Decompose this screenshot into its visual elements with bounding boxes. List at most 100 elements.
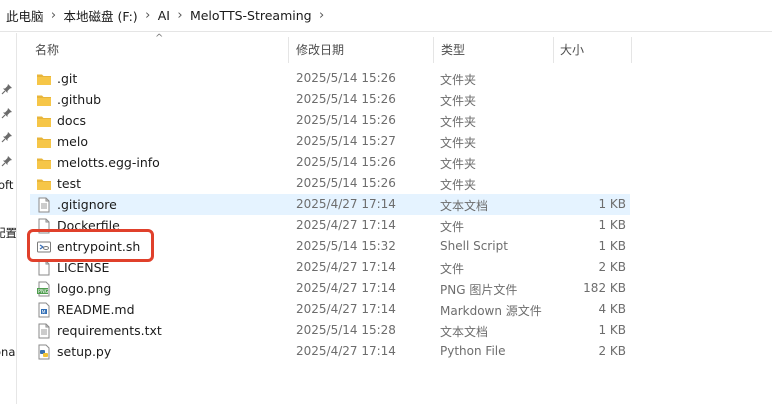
file-modified-date: 2025/5/14 15:26 (296, 113, 396, 127)
chevron-right-icon[interactable]: › (170, 8, 190, 23)
file-size: 1 KB (598, 323, 626, 337)
file-modified-date: 2025/5/14 15:26 (296, 71, 396, 85)
file-size: 2 KB (598, 344, 626, 358)
file-row[interactable]: melotts.egg-info 2025/5/14 15:26 文件夹 (30, 152, 630, 173)
file-type: 文件夹 (440, 94, 477, 108)
file-row[interactable]: .gitignore 2025/4/27 17:14 文本文档 1 KB (30, 194, 630, 215)
text-file-icon (36, 197, 52, 213)
folder-icon (36, 92, 52, 108)
file-row[interactable]: .github 2025/5/14 15:26 文件夹 (30, 89, 630, 110)
file-size: 1 KB (598, 218, 626, 232)
file-modified-date: 2025/4/27 17:14 (296, 302, 396, 316)
file-size: 1 KB (598, 239, 626, 253)
python-file-icon (36, 344, 52, 360)
column-header-type[interactable]: 类型 (441, 41, 465, 58)
file-size: 2 KB (598, 260, 626, 274)
file-type: 文本文档 (440, 325, 489, 339)
column-header: ^ 名称 修改日期 类型 大小 (17, 33, 772, 67)
file-name: setup.py (57, 344, 112, 359)
file-modified-date: 2025/5/14 15:28 (296, 323, 396, 337)
file-name: logo.png (57, 281, 112, 296)
nav-item-fragment[interactable]: 配置 (0, 225, 16, 241)
blank-file-icon (36, 260, 52, 276)
file-row[interactable]: M README.md 2025/4/27 17:14 Markdown 源文件 4 K… (30, 299, 630, 320)
file-modified-date: 2025/4/27 17:14 (296, 281, 396, 295)
svg-text:M: M (42, 309, 46, 315)
pin-icon (1, 108, 12, 119)
file-modified-date: 2025/5/14 15:26 (296, 176, 396, 190)
file-modified-date: 2025/5/14 15:26 (296, 155, 396, 169)
file-type: 文件夹 (440, 115, 477, 129)
file-modified-date: 2025/5/14 15:27 (296, 134, 396, 148)
breadcrumb-item-drive[interactable]: 本地磁盘 (F:) (64, 6, 138, 25)
file-modified-date: 2025/5/14 15:26 (296, 92, 396, 106)
folder-icon (36, 71, 52, 87)
markdown-file-icon: M (36, 302, 52, 318)
file-name: .github (57, 92, 102, 107)
file-type: 文件夹 (440, 178, 477, 192)
file-row[interactable]: requirements.txt 2025/5/14 15:28 文本文档 1 KB (30, 320, 630, 341)
file-type: Markdown 源文件 (440, 304, 542, 318)
highlight-annotation-box (27, 229, 154, 262)
folder-icon (36, 134, 52, 150)
folder-icon (36, 155, 52, 171)
file-type: 文件夹 (440, 136, 477, 150)
png-image-icon: PNG (36, 281, 52, 297)
text-file-icon (36, 323, 52, 339)
file-modified-date: 2025/5/14 15:32 (296, 239, 396, 253)
file-size: 1 KB (598, 197, 626, 211)
file-modified-date: 2025/4/27 17:14 (296, 344, 396, 358)
sort-ascending-icon: ^ (155, 33, 164, 44)
file-name: .git (57, 71, 78, 86)
file-type: 文本文档 (440, 199, 489, 213)
file-row[interactable]: melo 2025/5/14 15:27 文件夹 (30, 131, 630, 152)
chevron-right-icon[interactable]: › (312, 8, 332, 23)
folder-icon (36, 176, 52, 192)
column-divider[interactable] (288, 37, 289, 63)
folder-icon (36, 113, 52, 129)
file-type: 文件 (440, 220, 465, 234)
file-size: 182 KB (583, 281, 626, 295)
file-type: 文件 (440, 262, 465, 276)
column-divider[interactable] (433, 37, 434, 63)
column-header-size[interactable]: 大小 (560, 41, 584, 58)
file-type: Python File (440, 344, 506, 358)
pin-icon (1, 156, 12, 167)
file-type: 文件夹 (440, 73, 477, 87)
file-type: 文件夹 (440, 157, 477, 171)
breadcrumb-item-melotts[interactable]: MeloTTS-Streaming (190, 8, 312, 23)
file-modified-date: 2025/4/27 17:14 (296, 218, 396, 232)
file-name: .gitignore (57, 197, 117, 212)
chevron-right-icon[interactable]: › (44, 8, 64, 23)
column-header-name[interactable]: 名称 (35, 41, 59, 58)
file-name: melo (57, 134, 88, 149)
pin-icon (1, 84, 12, 95)
chevron-right-icon[interactable]: › (138, 8, 158, 23)
file-name: requirements.txt (57, 323, 162, 338)
file-row[interactable]: .git 2025/5/14 15:26 文件夹 (30, 68, 630, 89)
nav-item-fragment[interactable]: ona (0, 345, 15, 359)
file-name: test (57, 176, 82, 191)
breadcrumb-item-ai[interactable]: AI (158, 8, 170, 23)
file-row[interactable]: PNG logo.png 2025/4/27 17:14 PNG 图片文件 182 KB (30, 278, 630, 299)
file-size: 4 KB (598, 302, 626, 316)
column-divider[interactable] (631, 37, 632, 63)
navigation-pane[interactable]: oft 配置 ona (0, 33, 17, 404)
pin-icon (1, 132, 12, 143)
file-name: LICENSE (57, 260, 110, 275)
file-name: README.md (57, 302, 135, 317)
column-header-modified[interactable]: 修改日期 (296, 41, 344, 58)
breadcrumb: 此电脑 › 本地磁盘 (F:) › AI › MeloTTS-Streaming… (0, 0, 772, 32)
breadcrumb-item-this-pc[interactable]: 此电脑 (6, 6, 44, 25)
column-divider[interactable] (553, 37, 554, 63)
file-name: melotts.egg-info (57, 155, 160, 170)
file-modified-date: 2025/4/27 17:14 (296, 260, 396, 274)
file-name: docs (57, 113, 86, 128)
file-type: Shell Script (440, 239, 508, 253)
svg-text:PNG: PNG (38, 289, 49, 295)
file-row[interactable]: docs 2025/5/14 15:26 文件夹 (30, 110, 630, 131)
file-row[interactable]: test 2025/5/14 15:26 文件夹 (30, 173, 630, 194)
file-row[interactable]: setup.py 2025/4/27 17:14 Python File 2 KB (30, 341, 630, 362)
file-modified-date: 2025/4/27 17:14 (296, 197, 396, 211)
nav-item-fragment[interactable]: oft (0, 178, 13, 192)
